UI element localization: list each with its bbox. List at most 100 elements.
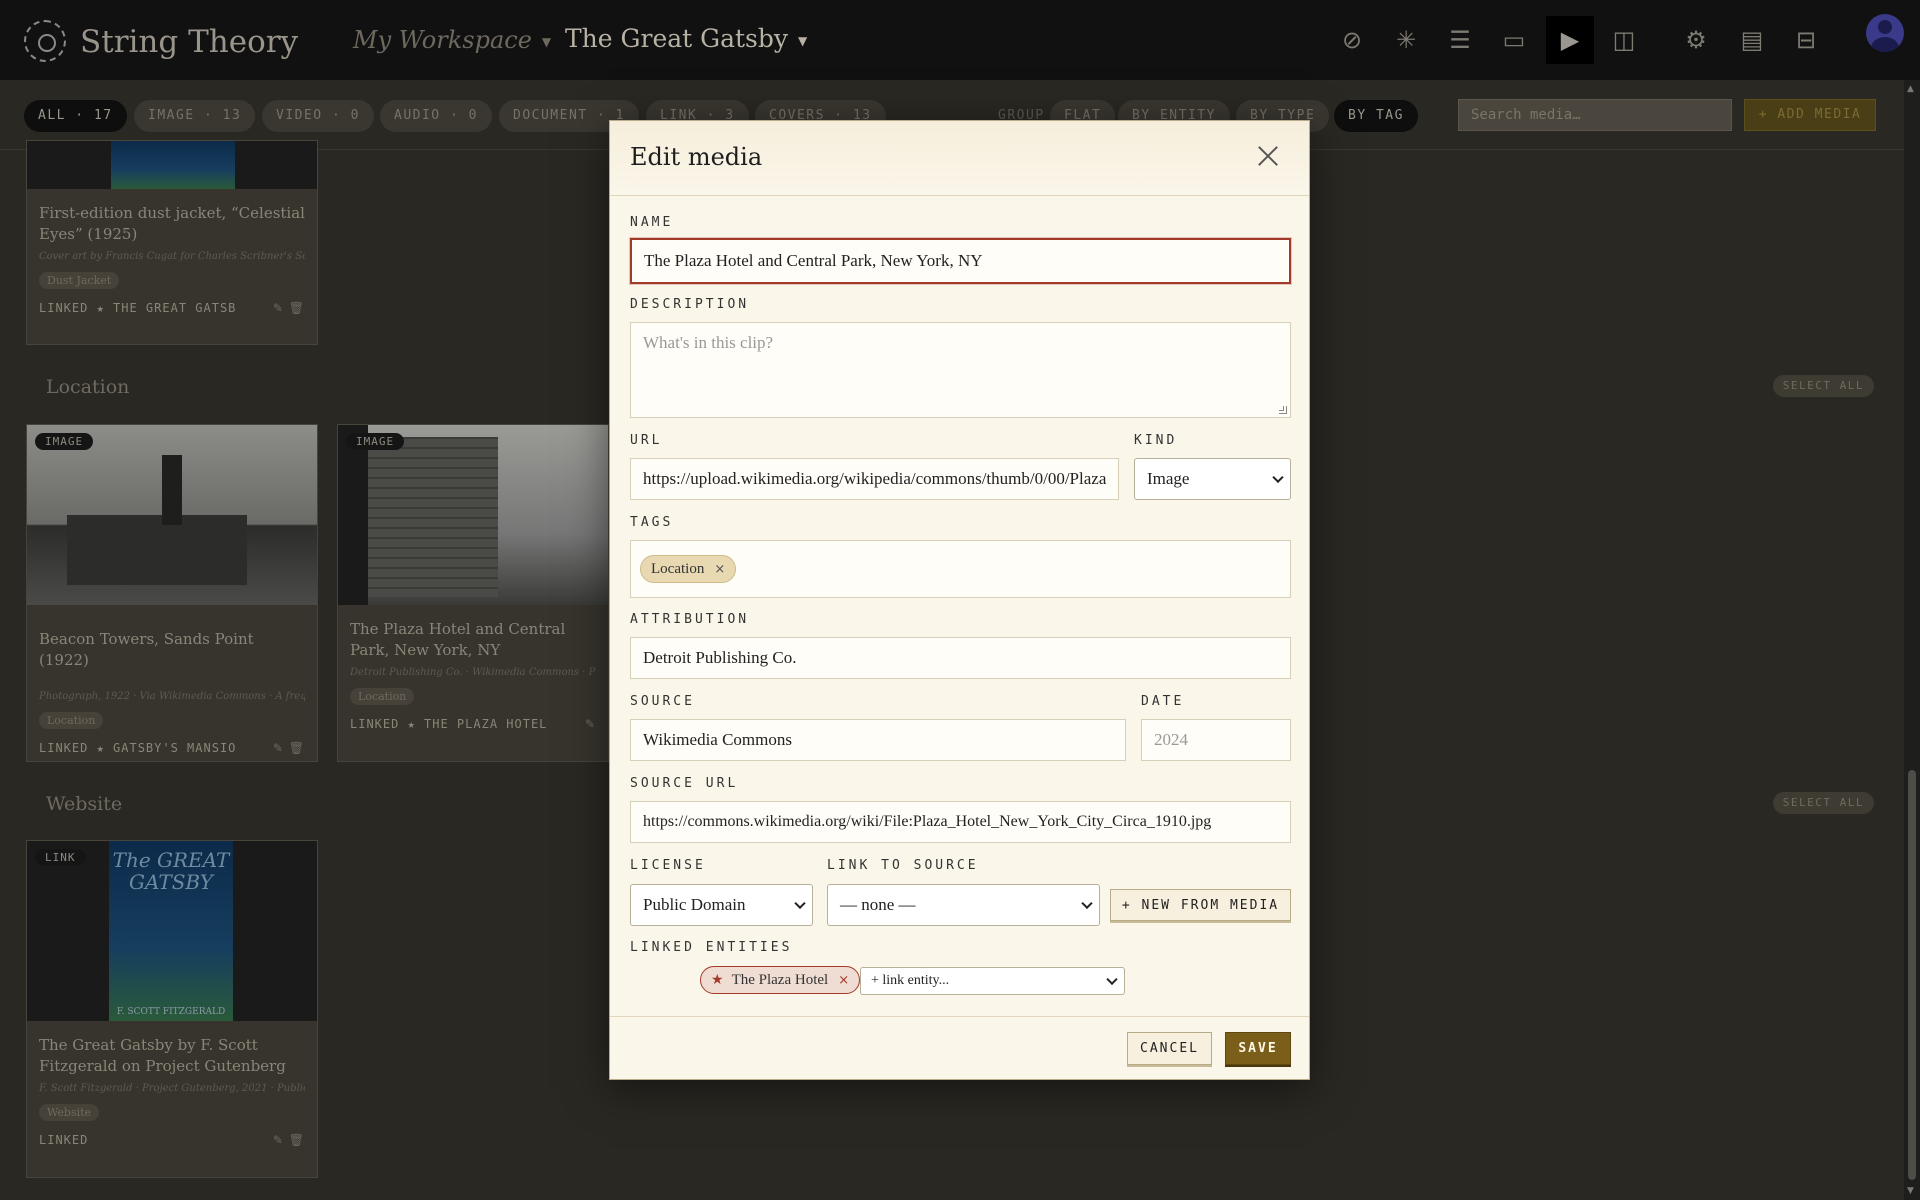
link-entity-select[interactable]: + link entity... (860, 967, 1125, 995)
entity-label: The Plaza Hotel (731, 971, 829, 988)
filter-chip-video[interactable]: VIDEO · 0 (262, 100, 374, 132)
project-switcher[interactable]: The Great Gatsby ▼ (565, 24, 807, 53)
photo-image (27, 425, 317, 605)
linked-entity-pill: ★ The Plaza Hotel × (700, 966, 861, 994)
save-button[interactable]: SAVE (1225, 1032, 1291, 1065)
filter-chip-audio[interactable]: AUDIO · 0 (380, 100, 492, 132)
media-card[interactable]: The GREAT GATSBY F. SCOTT FITZGERALD LIN… (26, 840, 318, 1178)
card-tag: Website (39, 1104, 100, 1121)
cancel-button[interactable]: CANCEL (1127, 1032, 1212, 1065)
filter-chip-image[interactable]: IMAGE · 13 (134, 100, 256, 132)
kind-select[interactable]: Image (1134, 458, 1291, 500)
card-tag: Location (39, 712, 104, 729)
card-title: The Great Gatsby by F. Scott Fitzgerald … (39, 1036, 286, 1075)
select-all-button[interactable]: SELECT ALL (1772, 375, 1874, 397)
section-title-website: Website (46, 793, 123, 815)
search-input[interactable]: Search media… (1458, 99, 1732, 131)
card-actions[interactable]: ✎ 🗑 (273, 741, 305, 755)
source-url-field[interactable]: https://commons.wikimedia.org/wiki/File:… (630, 801, 1291, 843)
kind-value: Image (1147, 469, 1190, 488)
card-link-status: LINKED ★ THE GREAT GATSB (39, 301, 237, 315)
group-by-tag[interactable]: BY TAG (1334, 100, 1418, 132)
avatar[interactable] (1866, 14, 1904, 52)
logo-icon[interactable] (24, 20, 66, 62)
name-field[interactable]: The Plaza Hotel and Central Park, New Yo… (630, 238, 1291, 284)
card-footer: LINKED ★ GATSBY'S MANSIO ✎ 🗑 (39, 741, 305, 755)
add-media-button[interactable]: + ADD MEDIA (1744, 99, 1876, 131)
link-to-source-select[interactable]: — none — (827, 884, 1100, 926)
folder-icon[interactable]: ▭ (1496, 22, 1532, 58)
workspace-name: My Workspace (353, 26, 532, 54)
media-thumbnail: The GREAT GATSBY F. SCOTT FITZGERALD LIN… (27, 841, 317, 1021)
card-link-status: LINKED ★ THE PLAZA HOTEL (350, 717, 548, 731)
brand-name[interactable]: String Theory (80, 24, 298, 60)
cover-author: F. SCOTT FITZGERALD (116, 1007, 226, 1017)
media-card[interactable]: IMAGE Beacon Towers, Sands Point (1922) … (26, 424, 318, 762)
card-meta: Cover art by Francis Cugat for Charles S… (39, 251, 305, 262)
url-field[interactable]: https://upload.wikimedia.org/wikipedia/c… (630, 458, 1119, 500)
card-tag: Dust Jacket (39, 272, 120, 289)
list-icon[interactable]: ☰ (1442, 22, 1478, 58)
filter-chip-all[interactable]: ALL · 17 (24, 100, 127, 132)
date-field[interactable]: 2024 (1141, 719, 1291, 761)
card-footer: LINKED ★ THE PLAZA HOTEL ✎ (350, 717, 596, 731)
link-to-source-value: — none — (840, 895, 916, 914)
settings-icon[interactable]: ⚙ (1678, 22, 1714, 58)
resize-handle-icon[interactable] (1279, 406, 1287, 414)
cover-image (111, 141, 235, 189)
media-thumbnail (27, 141, 317, 189)
linked-entities-label: LINKED ENTITIES (630, 940, 793, 955)
remove-entity-icon[interactable]: × (838, 973, 849, 988)
attribution-label: ATTRIBUTION (630, 612, 750, 627)
card-meta: Detroit Publishing Co. · Wikimedia Commo… (350, 667, 596, 678)
card-footer: LINKED ★ THE GREAT GATSB ✎ 🗑 (39, 301, 305, 315)
description-placeholder: What's in this clip? (643, 333, 774, 352)
attribution-field[interactable]: Detroit Publishing Co. (630, 637, 1291, 679)
kind-label: KIND (1134, 433, 1178, 448)
tag-label: Location (651, 560, 705, 577)
scrollbar[interactable]: ▲ ▼ (1904, 80, 1920, 1200)
scrollbar-thumb[interactable] (1908, 770, 1916, 1180)
workspace-switcher[interactable]: My Workspace ▼ (353, 26, 551, 54)
media-card[interactable]: IMAGE The Plaza Hotel and Central Park, … (337, 424, 609, 762)
source-field[interactable]: Wikimedia Commons (630, 719, 1126, 761)
photo-image (338, 425, 608, 605)
chevron-down-icon: ▼ (798, 33, 808, 48)
source-label: SOURCE (630, 694, 695, 709)
card-actions[interactable]: ✎ (585, 717, 596, 731)
inbox-icon[interactable]: ⊟ (1788, 22, 1824, 58)
card-title: Beacon Towers, Sands Point (1922) (39, 630, 254, 669)
scroll-down-icon[interactable]: ▼ (1907, 1186, 1914, 1196)
dialog-footer (610, 1016, 1309, 1017)
card-actions[interactable]: ✎ 🗑 (273, 1133, 305, 1147)
close-icon[interactable] (1255, 143, 1281, 169)
new-from-media-button[interactable]: + NEW FROM MEDIA (1110, 889, 1291, 921)
chat-icon[interactable]: ▤ (1734, 22, 1770, 58)
source-url-label: SOURCE URL (630, 776, 739, 791)
card-link-status: LINKED ★ GATSBY'S MANSIO (39, 741, 237, 755)
description-label: DESCRIPTION (630, 297, 750, 312)
book-icon[interactable]: ◫ (1606, 22, 1642, 58)
card-actions[interactable]: ✎ 🗑 (273, 301, 305, 315)
section-title-location: Location (46, 376, 130, 398)
scroll-up-icon[interactable]: ▲ (1907, 84, 1914, 94)
asterisk-icon[interactable]: ✳ (1388, 22, 1424, 58)
description-field[interactable]: What's in this clip? (630, 322, 1291, 418)
project-name: The Great Gatsby (565, 24, 789, 53)
select-all-button[interactable]: SELECT ALL (1772, 792, 1874, 814)
license-value: Public Domain (643, 895, 746, 914)
license-select[interactable]: Public Domain (630, 884, 813, 926)
edit-media-dialog: Edit media NAME The Plaza Hotel and Cent… (609, 120, 1310, 1080)
chevron-down-icon (1081, 897, 1093, 910)
remove-tag-icon[interactable]: × (714, 562, 725, 577)
type-badge: LINK (35, 849, 86, 866)
media-card[interactable]: First-edition dust jacket, “Celestial Ey… (26, 140, 318, 345)
link-to-source-label: LINK TO SOURCE (827, 858, 979, 873)
compass-icon[interactable]: ⊘ (1334, 22, 1370, 58)
date-label: DATE (1141, 694, 1185, 709)
media-icon[interactable]: ▶ (1546, 16, 1594, 64)
tag-pill: Location × (640, 555, 737, 583)
media-thumbnail: IMAGE (27, 425, 317, 605)
star-icon: ★ (711, 972, 724, 988)
type-badge: IMAGE (35, 433, 94, 450)
